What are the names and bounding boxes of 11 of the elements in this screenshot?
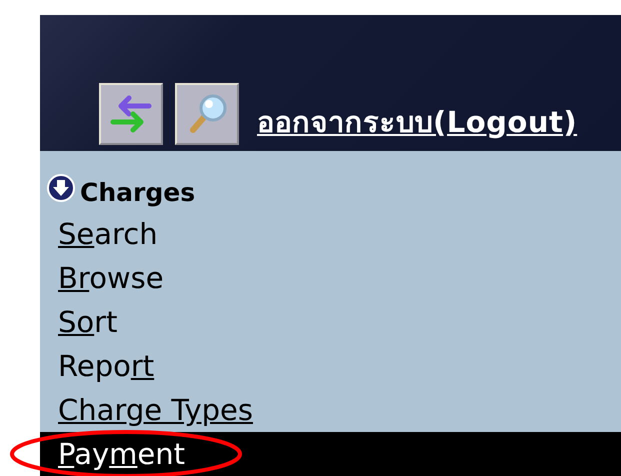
menu-item[interactable]: Report [40,344,621,388]
menu-item[interactable]: Search [40,212,621,256]
search-button[interactable] [175,83,239,145]
menu-title: Charges [80,178,196,206]
swap-arrows-button[interactable] [99,83,163,145]
logout-link[interactable]: ออกจากระบบ(Logout) [257,99,578,145]
menu-item[interactable]: Browse [40,256,621,300]
menu-item[interactable]: Payment [40,432,621,476]
menu-item[interactable]: Charge Types [40,388,621,432]
menu-item[interactable]: Sort [40,300,621,344]
arrow-down-circle-icon [46,173,76,203]
